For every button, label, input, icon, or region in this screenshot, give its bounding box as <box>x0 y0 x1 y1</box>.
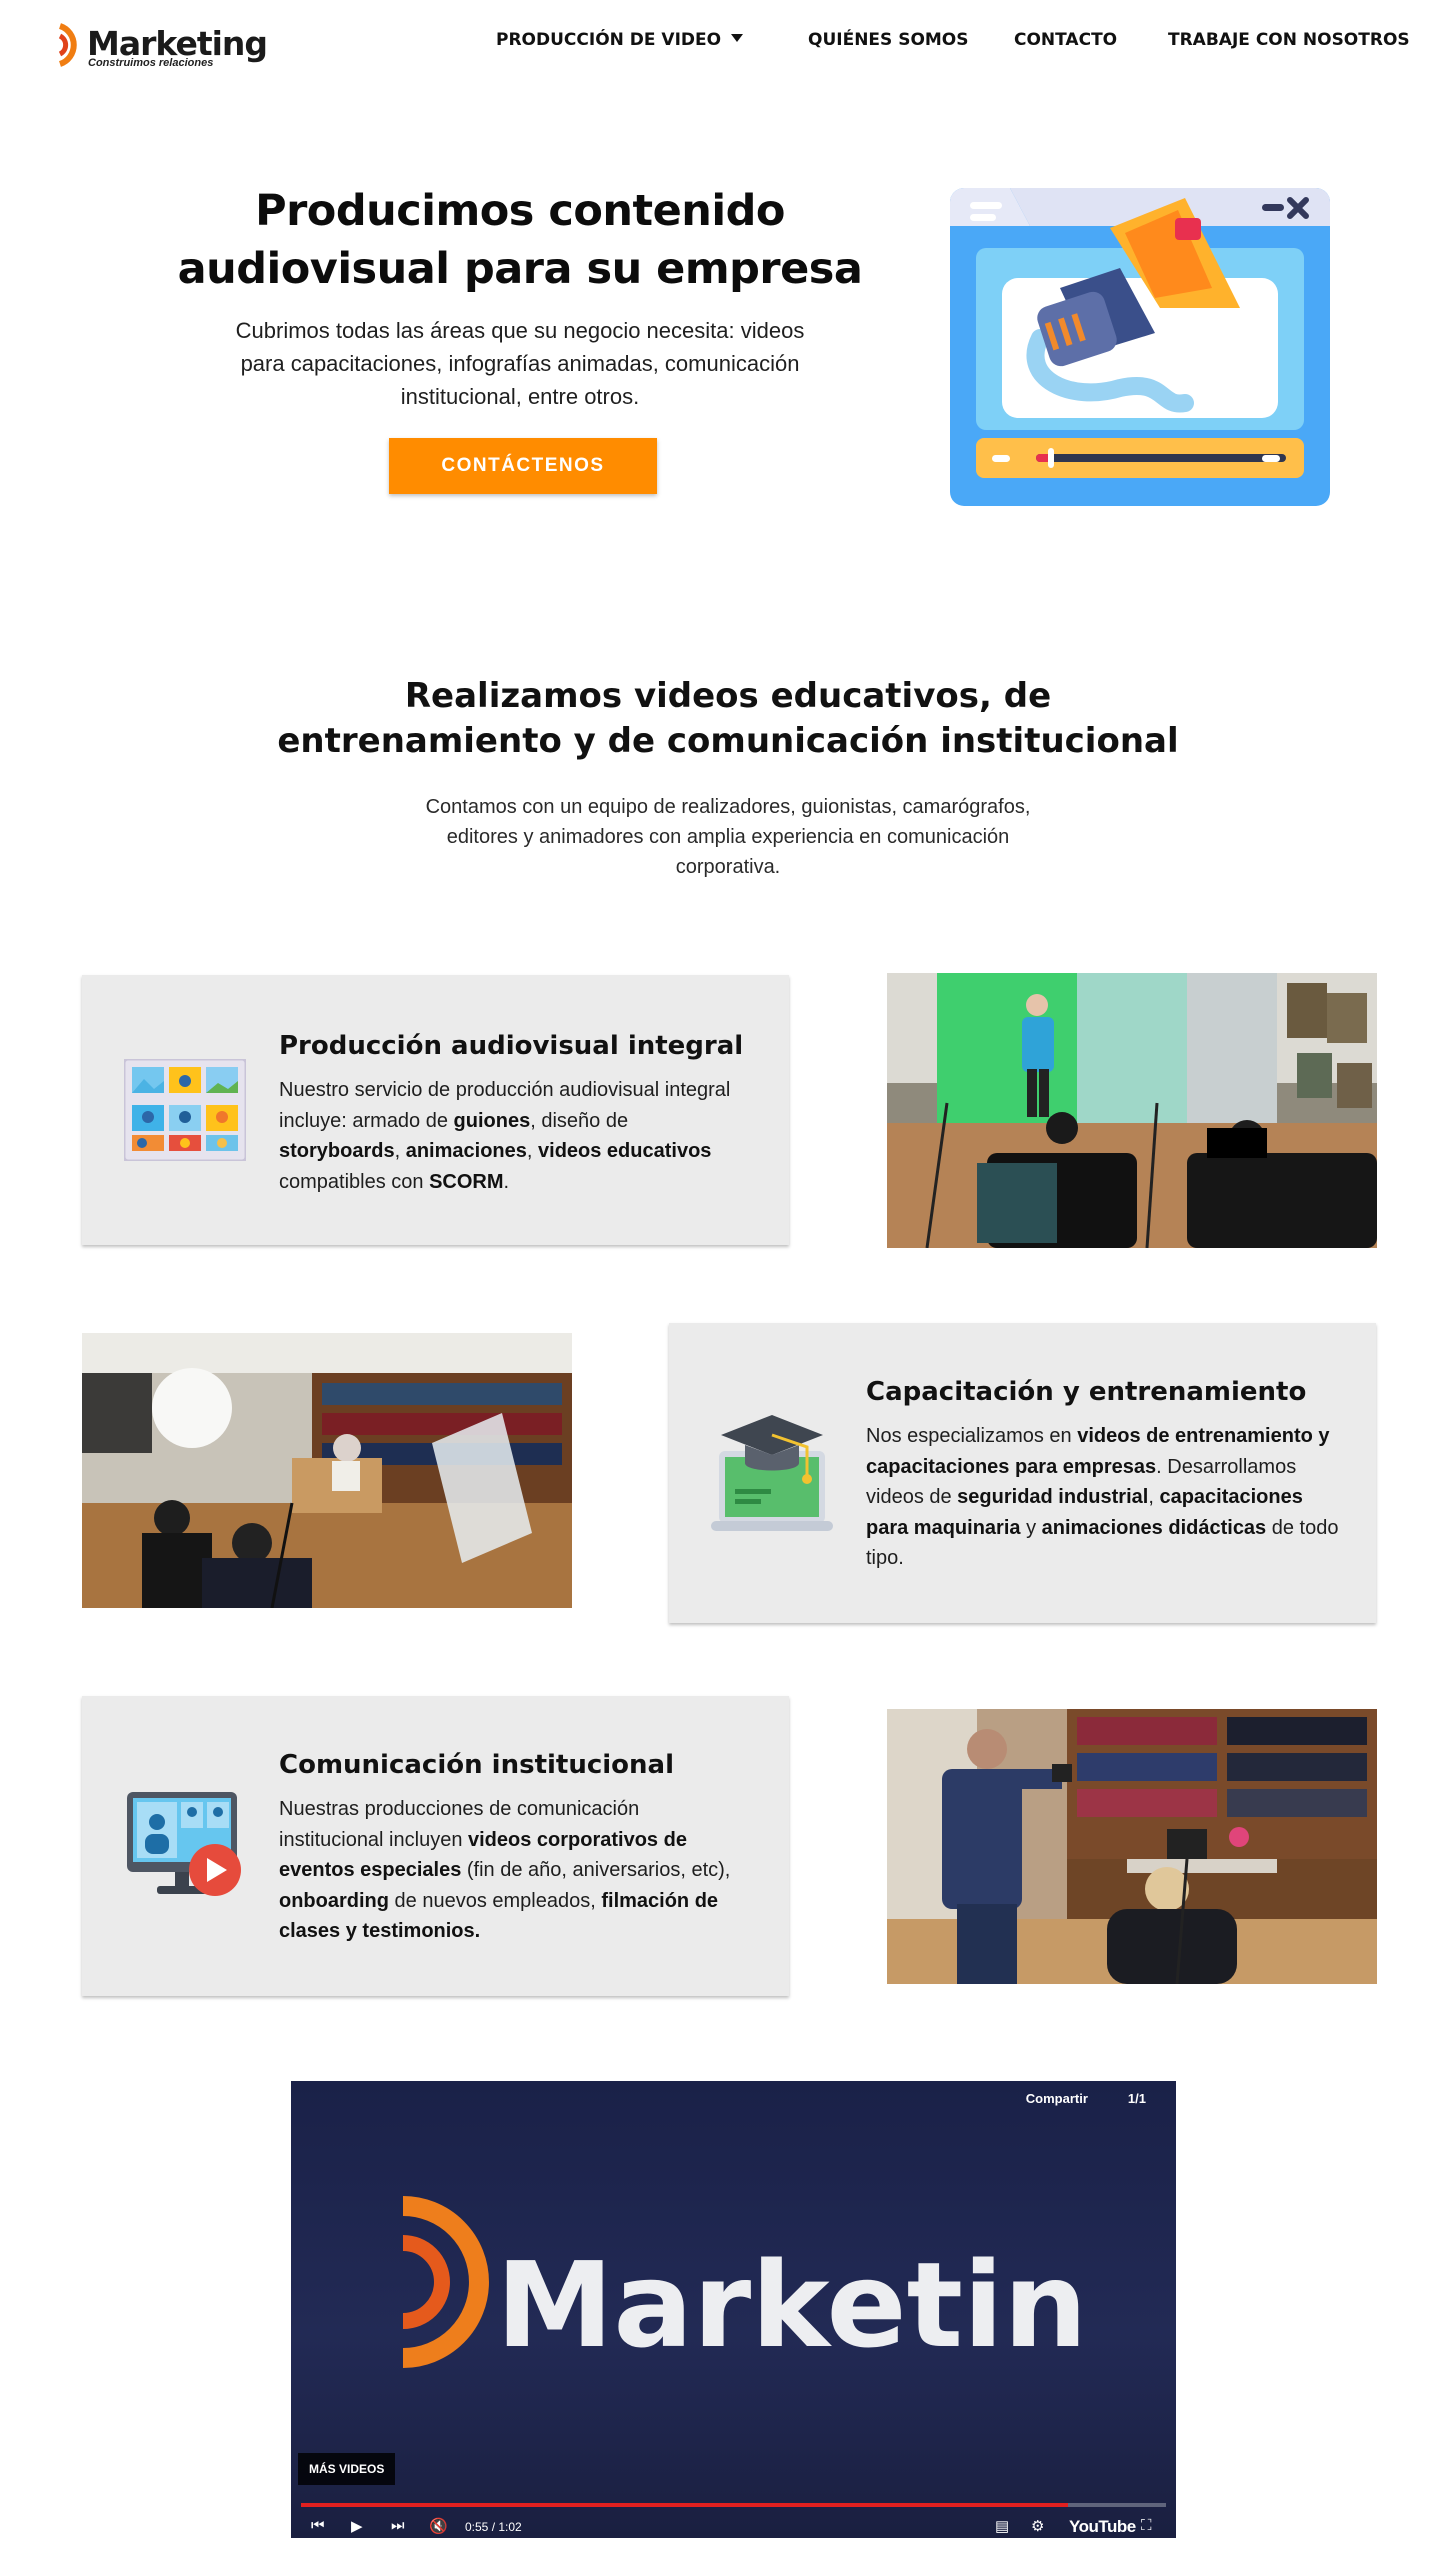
nav-quienes-somos[interactable]: QUIÉNES SOMOS <box>808 30 969 50</box>
logo-slogan: Construimos relaciones <box>88 57 214 69</box>
next-icon[interactable]: ⏭ <box>391 2517 405 2534</box>
youtube-logo[interactable]: YouTube <box>1069 2517 1136 2537</box>
card-text: Nuestro servicio de producción audiovisu… <box>279 1079 731 1193</box>
section-text: Contamos con un equipo de realizadores, … <box>425 796 1031 878</box>
card-text: Nuestras producciones de comunicación in… <box>279 1798 731 1942</box>
library-filming-photo <box>887 1709 1377 1984</box>
card-title: Capacitación y entrenamiento <box>866 1377 1307 1407</box>
card-text: Nos especializamos en videos de entrenam… <box>866 1425 1339 1569</box>
monitor-play-icon <box>127 1792 241 1896</box>
studio-filming-photo <box>887 973 1377 1248</box>
hero-title: Producimos contenido audiovisual para su… <box>177 186 863 294</box>
contact-button[interactable]: CONTÁCTENOS <box>389 438 657 494</box>
previous-icon[interactable]: ⏮ <box>311 2517 325 2534</box>
service-card-produccion: Producción audiovisual integral Nuestro … <box>82 975 789 1245</box>
video-frame-brand: Marketin <box>402 2196 1087 2374</box>
site-logo[interactable]: Marketing Construimos relaciones <box>58 20 268 72</box>
office-filming-photo <box>82 1333 572 1608</box>
subtitles-icon[interactable]: ▤ <box>995 2517 1009 2535</box>
youtube-video-player[interactable]: Compartir 1/1 Marketin MÁS VIDEOS ⏮ ▶ ⏭ 🔇… <box>291 2081 1176 2538</box>
card-title: Producción audiovisual integral <box>279 1031 744 1061</box>
video-progress-fill <box>301 2503 1069 2507</box>
caret-down-icon <box>731 34 744 42</box>
video-brand-text: Marketin <box>496 2236 1087 2374</box>
nav-produccion-video-label: PRODUCCIÓN DE VIDEO <box>496 30 722 50</box>
service-card-comunicacion: Comunicación institucional Nuestras prod… <box>82 1696 789 1996</box>
nav-trabaje-con-nosotros[interactable]: TRABAJE CON NOSOTROS <box>1168 30 1410 50</box>
video-megaphone-illustration <box>950 188 1330 506</box>
video-progress-bar[interactable] <box>301 2503 1166 2507</box>
logo-mark-icon <box>58 23 77 67</box>
video-time: 0:55 / 1:02 <box>465 2520 522 2534</box>
graduation-laptop-icon <box>711 1415 833 1531</box>
more-videos-button[interactable]: MÁS VIDEOS <box>298 2453 396 2485</box>
nav-contacto[interactable]: CONTACTO <box>1014 30 1117 50</box>
storyboard-icon <box>124 1059 246 1161</box>
nav-produccion-video[interactable]: PRODUCCIÓN DE VIDEO <box>496 30 744 50</box>
play-icon[interactable]: ▶ <box>351 2517 363 2535</box>
hero-text: Cubrimos todas las áreas que su negocio … <box>235 318 805 409</box>
site-header: Marketing Construimos relaciones PRODUCC… <box>0 0 1450 90</box>
section-title: Realizamos videos educativos, de entrena… <box>277 676 1179 761</box>
fullscreen-icon[interactable]: ⛶ <box>1141 2517 1152 2534</box>
mute-icon[interactable]: 🔇 <box>429 2517 448 2535</box>
service-card-capacitacion: Capacitación y entrenamiento Nos especia… <box>669 1323 1376 1623</box>
settings-icon[interactable]: ⚙ <box>1031 2517 1044 2535</box>
card-title: Comunicación institucional <box>279 1750 675 1780</box>
